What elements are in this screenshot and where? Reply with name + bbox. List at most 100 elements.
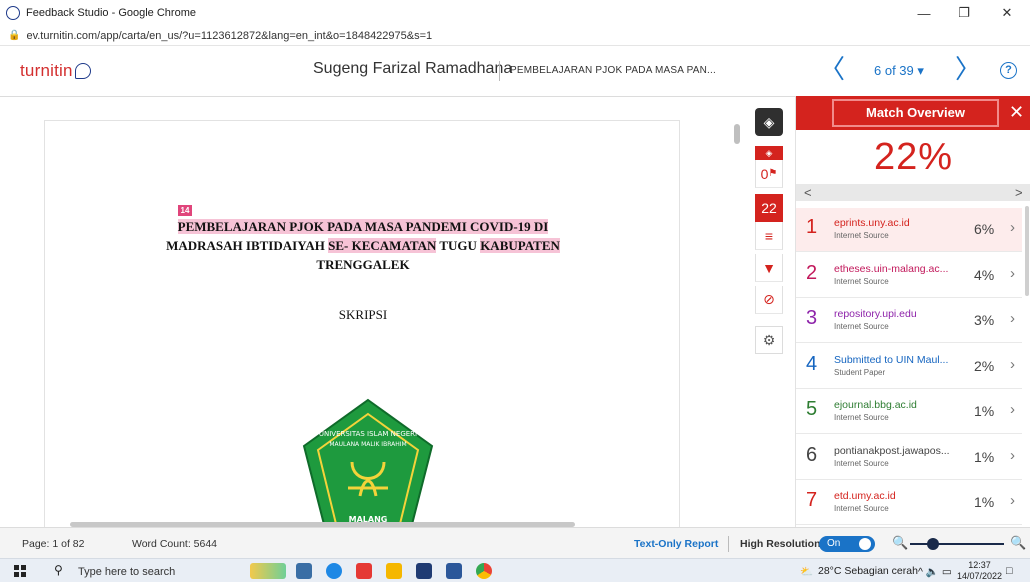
- paper-count-dropdown[interactable]: 6 of 39 ▾: [874, 63, 924, 79]
- panel-scrollbar[interactable]: [1025, 206, 1029, 296]
- layers-icon[interactable]: ◈: [755, 108, 783, 136]
- weather-text[interactable]: 28°C Sebagian cerah: [818, 565, 918, 577]
- match-source-row[interactable]: 7 etd.umy.ac.id Internet Source 1% ›: [796, 481, 1022, 525]
- logo-text: turnitin: [20, 61, 73, 80]
- all-sources-icon[interactable]: ≡: [755, 222, 783, 250]
- address-bar[interactable]: 🔒 ev.turnitin.com/app/carta/en_us/?u=112…: [0, 26, 1030, 46]
- app-icon[interactable]: [416, 563, 432, 579]
- match-source-name: repository.upi.edu: [834, 308, 917, 320]
- widgets-icon[interactable]: [250, 563, 286, 579]
- match-source-row[interactable]: 3 repository.upi.edu Internet Source 3% ›: [796, 299, 1022, 343]
- match-overview-button[interactable]: 22: [755, 194, 783, 222]
- zoom-slider-handle[interactable]: [927, 538, 939, 550]
- help-icon[interactable]: ?: [1000, 62, 1017, 79]
- header-divider: [499, 61, 500, 81]
- taskbar-clock[interactable]: 12:37 14/07/2022: [957, 560, 1002, 582]
- source-pager: < >: [796, 184, 1030, 201]
- url-text[interactable]: ev.turnitin.com/app/carta/en_us/?u=11236…: [26, 30, 432, 42]
- close-panel-icon[interactable]: ✕: [1009, 101, 1024, 123]
- match-source-name: ejournal.bbg.ac.id: [834, 399, 917, 411]
- match-percent: 1%: [974, 494, 995, 510]
- high-resolution-label: High Resolution: [740, 538, 821, 550]
- match-marker-badge[interactable]: 14: [178, 205, 192, 216]
- chevron-right-icon[interactable]: ›: [1010, 265, 1015, 282]
- prev-source-icon[interactable]: <: [804, 184, 812, 201]
- chevron-right-icon[interactable]: ›: [1010, 356, 1015, 373]
- chevron-right-icon[interactable]: ›: [1010, 401, 1015, 418]
- chevron-right-icon[interactable]: ›: [1010, 310, 1015, 327]
- chrome-icon[interactable]: [476, 563, 492, 579]
- match-source-row[interactable]: 5 ejournal.bbg.ac.id Internet Source 1% ›: [796, 390, 1022, 434]
- match-overview-header: Match Overview ✕: [796, 96, 1030, 130]
- toggle-label: On: [827, 538, 841, 549]
- word-count: Word Count: 5644: [132, 538, 218, 550]
- text-only-report-link[interactable]: Text-Only Report: [634, 538, 718, 550]
- highlighted-text[interactable]: SE- KECAMATAN: [328, 238, 437, 253]
- word-icon[interactable]: [446, 563, 462, 579]
- viewer-vertical-scrollbar[interactable]: [734, 124, 740, 144]
- university-seal-logo: UNIVERSITAS ISLAM NEGERI MAULANA MALIK I…: [302, 398, 434, 527]
- high-resolution-toggle[interactable]: On: [819, 536, 875, 552]
- restore-icon[interactable]: ❐: [944, 0, 984, 26]
- mail-icon[interactable]: [296, 563, 312, 579]
- next-paper-chevron-icon[interactable]: 〉: [955, 56, 981, 82]
- match-source-name: etd.umy.ac.id: [834, 490, 896, 502]
- match-number: 7: [806, 489, 818, 511]
- store-icon[interactable]: [356, 563, 372, 579]
- turnitin-header: turnitin Sugeng Farizal Ramadhana PEMBEL…: [0, 47, 1030, 97]
- turnitin-logo[interactable]: turnitin: [20, 61, 91, 81]
- filter-icon[interactable]: ▼: [755, 254, 783, 282]
- chevron-right-icon[interactable]: ›: [1010, 219, 1015, 236]
- zoom-in-icon[interactable]: 🔍: [1010, 535, 1026, 551]
- match-source-row[interactable]: 6 pontianakpost.jawapos... Internet Source…: [796, 435, 1022, 480]
- clock-time: 12:37: [968, 560, 991, 570]
- minimize-icon[interactable]: —: [904, 0, 944, 26]
- windows-start-icon[interactable]: [14, 565, 26, 577]
- prev-paper-chevron-icon[interactable]: 〈: [819, 56, 845, 82]
- layers-small-icon[interactable]: ◈: [755, 146, 783, 160]
- match-number: 3: [806, 307, 818, 329]
- match-source-name: pontianakpost.jawapos...: [834, 444, 950, 457]
- next-source-icon[interactable]: >: [1015, 184, 1023, 201]
- seal-text-mid: MAULANA MALIK IBRAHIM: [329, 441, 406, 448]
- document-page: 14 PEMBELAJARAN PJOK PADA MASA PANDEMI C…: [44, 120, 680, 527]
- clock-date: 14/07/2022: [957, 571, 1003, 581]
- document-title: PEMBELAJARAN PJOK PADA MASA PAN...: [510, 65, 716, 76]
- window-titlebar: Feedback Studio - Google Chrome — ❐ ✕: [0, 0, 1030, 26]
- zoom-slider-track[interactable]: [910, 543, 1004, 545]
- match-percent: 1%: [974, 448, 995, 465]
- match-source-row[interactable]: 4 Submitted to UIN Maul... Student Paper 2%…: [796, 344, 1022, 389]
- search-icon: ⚲: [54, 563, 63, 577]
- similarity-score: 22%: [873, 136, 954, 178]
- match-overview-panel: Match Overview ✕ 22% < > 1 eprints.uny.ac…: [795, 96, 1030, 527]
- match-source-row[interactable]: 1 eprints.uny.ac.id Internet Source 6% ›: [796, 208, 1022, 252]
- weather-icon[interactable]: ⛅: [800, 565, 813, 578]
- taskbar-search[interactable]: ⚲ Type here to search: [38, 561, 228, 581]
- chevron-right-icon[interactable]: ›: [1010, 447, 1015, 464]
- flag-icon: ⚑: [768, 168, 778, 179]
- match-percent: 6%: [974, 221, 995, 237]
- match-overview-title[interactable]: Match Overview: [832, 99, 999, 127]
- match-source-row[interactable]: 2 etheses.uin-malang.ac... Internet Source…: [796, 253, 1022, 298]
- document-viewer[interactable]: 14 PEMBELAJARAN PJOK PADA MASA PANDEMI C…: [0, 98, 755, 527]
- highlighted-text[interactable]: KABUPATEN: [480, 238, 560, 253]
- match-percent: 4%: [974, 266, 995, 283]
- notifications-icon[interactable]: □: [1006, 565, 1012, 577]
- toggle-knob: [859, 538, 871, 550]
- status-bar: Page: 1 of 82 Word Count: 5644 Text-Only…: [0, 527, 1030, 558]
- edge-icon[interactable]: [326, 563, 342, 579]
- flags-button[interactable]: 0 ⚑: [755, 160, 783, 188]
- highlighted-text[interactable]: PEMBELAJARAN PJOK PADA MASA PANDEMI COVI…: [177, 219, 549, 234]
- exclusions-icon[interactable]: ⊘: [755, 286, 783, 314]
- status-divider: [728, 536, 729, 552]
- file-explorer-icon[interactable]: [386, 563, 402, 579]
- match-percent: 2%: [974, 357, 995, 374]
- taskbar-search-placeholder: Type here to search: [78, 566, 176, 578]
- chevron-right-icon[interactable]: ›: [1010, 492, 1015, 509]
- settings-gear-icon[interactable]: ⚙: [755, 326, 783, 354]
- lock-icon: 🔒: [8, 30, 21, 41]
- system-tray-icons[interactable]: ^ 🔈 ▭: [918, 565, 952, 578]
- close-icon[interactable]: ✕: [987, 0, 1027, 26]
- zoom-out-icon[interactable]: 🔍: [892, 535, 908, 551]
- match-source-type: Internet Source: [834, 322, 889, 331]
